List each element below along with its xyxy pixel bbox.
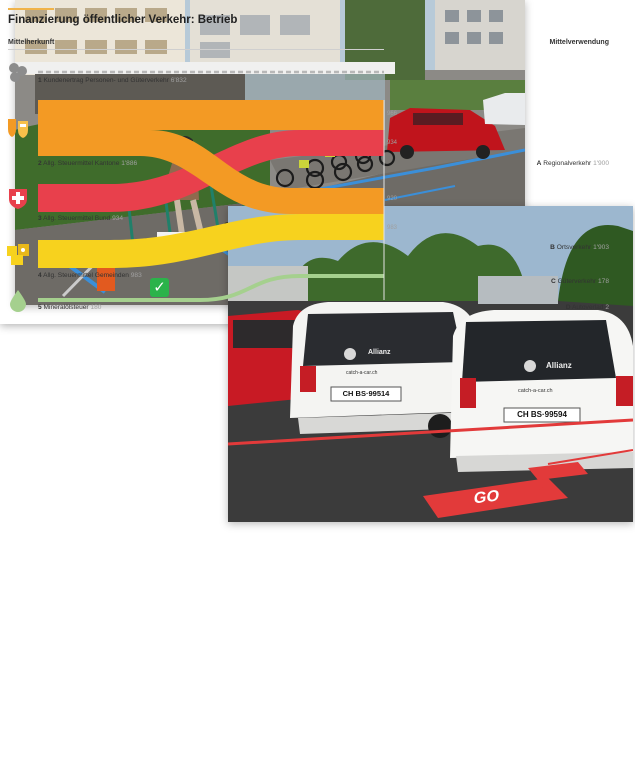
source-label-5: 5 Mineralölsteuer 180 <box>38 304 102 311</box>
source-label-1: 1 Kundenertrag Personen- und Güterverkeh… <box>38 77 187 84</box>
source-label-3: 3 Allg. Steuermittel Bund 934 <box>38 215 124 222</box>
oil-drop-icon <box>6 288 30 312</box>
tick-value-4: 983 <box>387 225 398 231</box>
website-left: catch-a-car.ch <box>346 370 378 376</box>
infographic-oev-financing: Finanzierung öffentlicher Verkehr: Betri… <box>0 0 609 324</box>
tick-value-2: 934 <box>387 140 398 146</box>
source-label-2: 2 Allg. Steuermittel Kantone 1'886 <box>38 160 138 167</box>
plate-left: CH BS·99514 <box>342 389 390 398</box>
source-label-4: 4 Allg. Steuermittel Gemeinden 983 <box>38 272 142 279</box>
right-column-header: Mittelverwendung <box>549 39 609 46</box>
coins-icon <box>6 60 30 84</box>
brand-left: Allianz <box>368 349 391 356</box>
use-label-a: A Regionalverkehr 1'900 <box>536 160 609 167</box>
use-label-d: D Autoverlad 2 <box>565 304 609 311</box>
tick-value-3: 920 <box>387 196 398 202</box>
ground-go-text: GO <box>473 487 500 508</box>
use-label-b: B Ortsverkehr 1'903 <box>550 244 609 251</box>
tick-value-1: 966 <box>387 111 398 117</box>
use-label-c: C Güterverkehr 178 <box>551 278 609 285</box>
plate-right: CH BS·99594 <box>517 410 567 419</box>
brand-right: Allianz <box>546 361 572 370</box>
cantons-shield-icon <box>6 116 30 140</box>
swiss-cross-icon <box>6 186 30 210</box>
website-right: catch-a-car.ch <box>518 388 553 394</box>
flow-mineraloelsteuer <box>38 274 384 302</box>
municipality-icon <box>6 242 30 266</box>
flow-gemeinden <box>38 214 384 268</box>
